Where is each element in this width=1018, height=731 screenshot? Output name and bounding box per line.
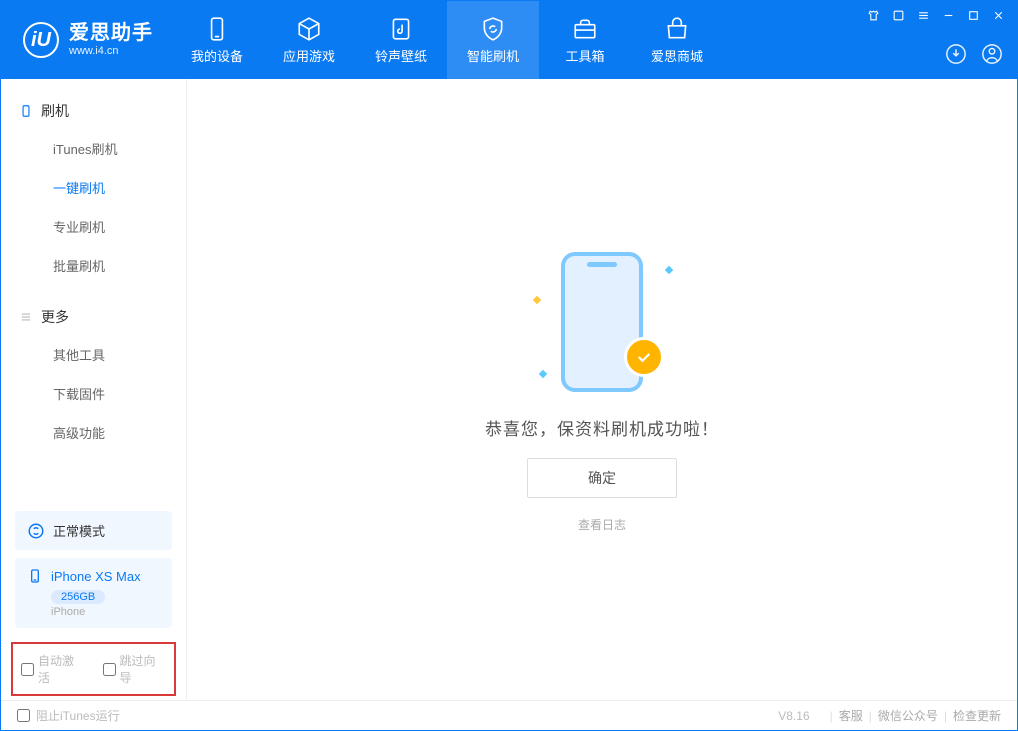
sidebar-header-flash: 刷机 (1, 93, 186, 129)
sidebar-item-download-fw[interactable]: 下载固件 (1, 374, 186, 413)
sidebar-item-advanced[interactable]: 高级功能 (1, 413, 186, 452)
success-illustration (532, 247, 672, 397)
nav-tab-apps[interactable]: 应用游戏 (263, 1, 355, 79)
device-mode-card[interactable]: 正常模式 (15, 511, 172, 550)
checkbox-label: 阻止iTunes运行 (36, 707, 120, 724)
sync-icon (27, 522, 45, 540)
phone-small-icon (27, 568, 43, 584)
download-icon[interactable] (945, 43, 967, 65)
sparkle-icon (665, 265, 673, 273)
feedback-icon[interactable] (892, 9, 905, 22)
auto-activate-input[interactable] (21, 663, 34, 676)
nav-tab-store[interactable]: 爱思商城 (631, 1, 723, 79)
support-link[interactable]: 客服 (839, 707, 863, 724)
nav-label: 应用游戏 (283, 46, 335, 65)
music-file-icon (388, 16, 414, 42)
sidebar-section-more: 更多 其他工具 下载固件 高级功能 (1, 285, 186, 452)
nav-tab-toolbox[interactable]: 工具箱 (539, 1, 631, 79)
auto-activate-checkbox[interactable]: 自动激活 (21, 652, 85, 686)
list-icon (19, 310, 33, 324)
body: 刷机 iTunes刷机 一键刷机 专业刷机 批量刷机 更多 其他工具 下载固件 … (1, 79, 1017, 700)
success-message: 恭喜您，保资料刷机成功啦！ (485, 415, 719, 440)
nav-label: 智能刷机 (467, 46, 519, 65)
highlighted-checkbox-row: 自动激活 跳过向导 (11, 642, 176, 696)
nav-tab-device[interactable]: 我的设备 (171, 1, 263, 79)
wechat-link[interactable]: 微信公众号 (878, 707, 938, 724)
skip-guide-checkbox[interactable]: 跳过向导 (103, 652, 167, 686)
sidebar-item-pro-flash[interactable]: 专业刷机 (1, 207, 186, 246)
checkbox-label: 跳过向导 (120, 652, 167, 686)
nav-label: 爱思商城 (651, 46, 703, 65)
toolbox-icon (572, 16, 598, 42)
menu-icon[interactable] (917, 9, 930, 22)
sidebar: 刷机 iTunes刷机 一键刷机 专业刷机 批量刷机 更多 其他工具 下载固件 … (1, 79, 187, 700)
nav-tab-flash[interactable]: 智能刷机 (447, 1, 539, 79)
main-content: 恭喜您，保资料刷机成功啦！ 确定 查看日志 (187, 79, 1017, 700)
device-info-card[interactable]: iPhone XS Max 256GB iPhone (15, 558, 172, 628)
logo-icon: iU (23, 22, 59, 58)
maximize-button[interactable] (967, 9, 980, 22)
sidebar-item-itunes-flash[interactable]: iTunes刷机 (1, 129, 186, 168)
cube-icon (296, 16, 322, 42)
device-outline-icon (19, 104, 33, 118)
sparkle-icon (533, 295, 541, 303)
sidebar-section-flash: 刷机 iTunes刷机 一键刷机 专业刷机 批量刷机 (1, 79, 186, 285)
view-log-link[interactable]: 查看日志 (578, 516, 626, 533)
user-icon[interactable] (981, 43, 1003, 65)
block-itunes-input[interactable] (17, 709, 30, 722)
sidebar-header-more: 更多 (1, 299, 186, 335)
sidebar-item-other-tools[interactable]: 其他工具 (1, 335, 186, 374)
app-name: 爱思助手 (69, 22, 153, 45)
nav-label: 我的设备 (191, 46, 243, 65)
nav-tab-ringtones[interactable]: 铃声壁纸 (355, 1, 447, 79)
header-bar: iU 爱思助手 www.i4.cn 我的设备 应用游戏 铃声壁纸 智能刷机 (1, 1, 1017, 79)
sidebar-title: 更多 (41, 307, 69, 327)
nav-label: 铃声壁纸 (375, 46, 427, 65)
success-check-icon (624, 337, 664, 377)
shop-icon (664, 16, 690, 42)
device-capacity: 256GB (51, 590, 105, 604)
logo-text: 爱思助手 www.i4.cn (69, 22, 153, 58)
sidebar-item-batch-flash[interactable]: 批量刷机 (1, 246, 186, 285)
sidebar-title: 刷机 (41, 101, 69, 121)
check-update-link[interactable]: 检查更新 (953, 707, 1001, 724)
nav-tabs: 我的设备 应用游戏 铃声壁纸 智能刷机 工具箱 爱思商城 (171, 1, 723, 79)
header-right-actions (945, 43, 1003, 65)
close-button[interactable] (992, 9, 1005, 22)
nav-label: 工具箱 (565, 46, 604, 65)
sidebar-item-oneclick-flash[interactable]: 一键刷机 (1, 168, 186, 207)
shield-sync-icon (480, 16, 506, 42)
block-itunes-checkbox[interactable]: 阻止iTunes运行 (17, 707, 120, 724)
skip-guide-input[interactable] (103, 663, 116, 676)
app-domain: www.i4.cn (69, 45, 153, 58)
phone-icon (204, 16, 230, 42)
footer-left: 阻止iTunes运行 (17, 707, 120, 724)
window-controls (867, 9, 1005, 22)
minimize-button[interactable] (942, 9, 955, 22)
device-name: iPhone XS Max (51, 569, 141, 584)
mode-label: 正常模式 (53, 521, 105, 540)
footer-bar: 阻止iTunes运行 V8.16 | 客服 | 微信公众号 | 检查更新 (1, 700, 1017, 730)
shirt-icon[interactable] (867, 9, 880, 22)
sparkle-icon (539, 369, 547, 377)
version-label: V8.16 (778, 709, 809, 723)
confirm-button[interactable]: 确定 (527, 458, 677, 498)
footer-right: V8.16 | 客服 | 微信公众号 | 检查更新 (778, 707, 1001, 724)
checkbox-label: 自动激活 (38, 652, 85, 686)
device-type: iPhone (51, 606, 160, 618)
app-window: iU 爱思助手 www.i4.cn 我的设备 应用游戏 铃声壁纸 智能刷机 (0, 0, 1018, 731)
logo-area: iU 爱思助手 www.i4.cn (1, 1, 171, 79)
